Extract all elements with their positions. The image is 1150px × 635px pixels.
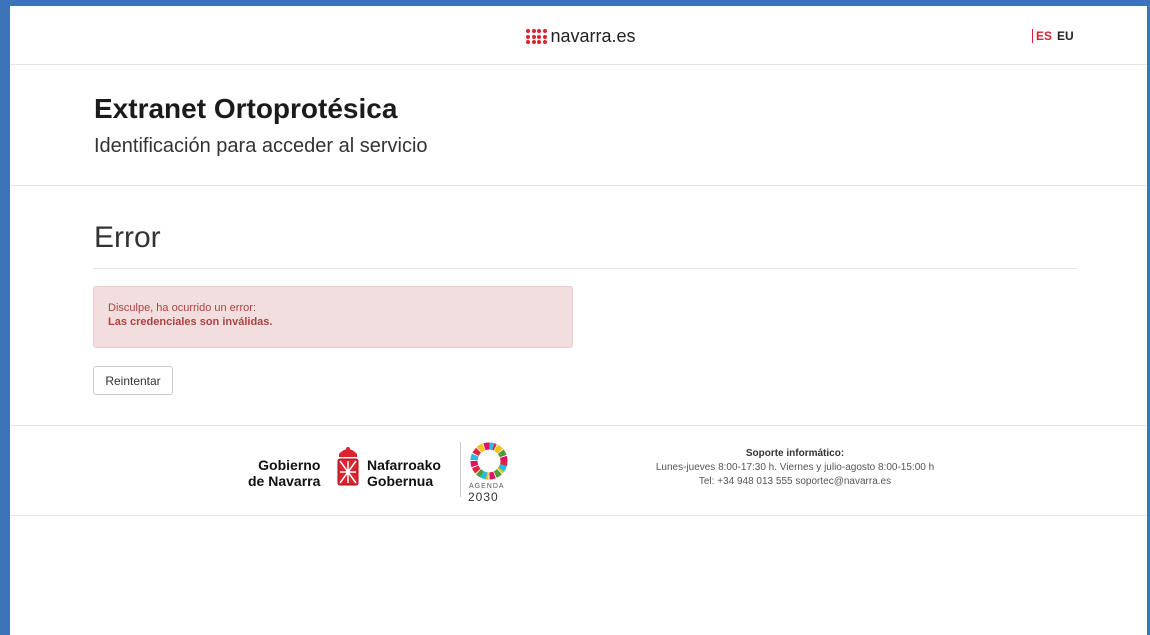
alert-detail: Las credenciales son inválidas. xyxy=(108,316,273,328)
error-alert: Disculpe, ha ocurrido un error: Las cred… xyxy=(93,286,573,348)
main-content: Error Disculpe, ha ocurrido un error: La… xyxy=(10,186,1147,426)
agenda-label: AGENDA xyxy=(469,483,505,490)
title-section: Extranet Ortoprotésica Identificación pa… xyxy=(10,65,1147,186)
window-frame-left xyxy=(0,0,10,635)
navarra-dots-icon xyxy=(526,29,547,44)
language-switcher: ES EU xyxy=(1032,29,1074,43)
gobierno-line-1: Gobierno xyxy=(258,457,321,473)
lang-es-link[interactable]: ES xyxy=(1032,29,1052,43)
retry-button[interactable]: Reintentar xyxy=(93,366,173,395)
gobernua-line-1: Nafarroako xyxy=(367,457,441,473)
page-subtitle: Identificación para acceder al servicio xyxy=(94,135,428,157)
footer: Gobierno de Navarra Nafarroako Gobernua … xyxy=(10,426,1147,516)
brand-logo-link[interactable]: navarra.es xyxy=(526,26,636,47)
support-title: Soporte informático: xyxy=(745,448,845,459)
agenda-2030-wheel-icon xyxy=(470,442,508,480)
top-bar: navarra.es ES EU xyxy=(10,6,1147,65)
support-info: Soporte informático: Lunes-jueves 8:00-1… xyxy=(630,447,960,489)
navarra-crest-icon xyxy=(337,447,359,486)
support-contact: Tel: +34 948 013 555 soportec@navarra.es xyxy=(698,476,892,487)
heading-divider xyxy=(93,268,1077,269)
page: navarra.es ES EU Extranet Ortoprotésica … xyxy=(10,6,1147,635)
footer-divider xyxy=(460,442,461,497)
agenda-year: 2030 xyxy=(468,490,499,504)
gobierno-logo-text-es: Gobierno de Navarra xyxy=(248,457,320,489)
support-hours: Lunes-jueves 8:00-17:30 h. Viernes y jul… xyxy=(655,462,935,473)
gobernua-line-2: Gobernua xyxy=(367,473,434,489)
gobierno-logo-text-eu: Nafarroako Gobernua xyxy=(367,457,441,489)
lang-eu-link[interactable]: EU xyxy=(1057,29,1074,43)
alert-message: Disculpe, ha ocurrido un error: xyxy=(108,302,256,314)
error-heading: Error xyxy=(94,221,161,254)
brand-name: navarra.es xyxy=(550,26,636,46)
gobierno-line-2: de Navarra xyxy=(248,473,321,489)
page-title: Extranet Ortoprotésica xyxy=(94,93,398,124)
